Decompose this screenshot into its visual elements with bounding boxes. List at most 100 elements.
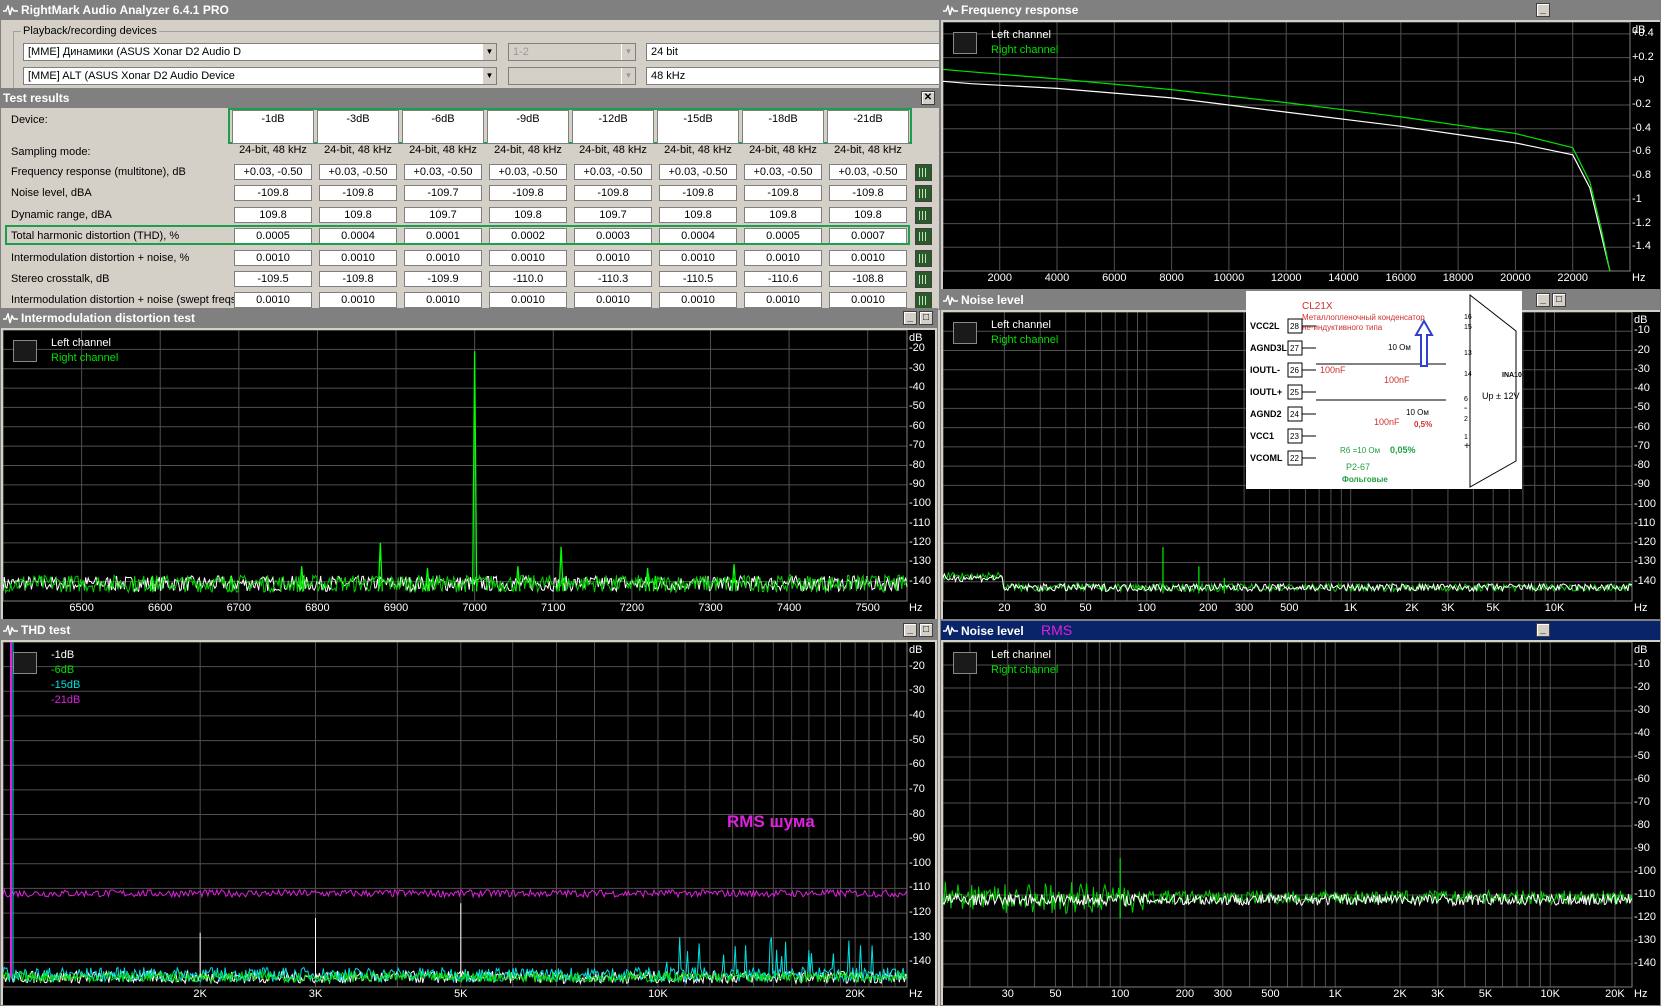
x-tick-label: 7300 [698, 602, 723, 614]
rate-field[interactable]: 48 kHz [646, 67, 939, 85]
minimize-button[interactable]: _ [1536, 623, 1550, 637]
y-tick-label: -60 [909, 419, 925, 432]
schematic-label: AGND2 [1250, 409, 1282, 419]
graph-icon[interactable] [915, 185, 932, 202]
maximize-button[interactable]: □ [919, 623, 933, 637]
channels-select-2[interactable]: ▼ [508, 67, 636, 85]
freq-response-window: Frequency response _ +0.4 +0.2 +0 -0.2 -0.4-… [940, 0, 1661, 290]
y-tick-label: -80 [909, 807, 925, 820]
result-cell: 109.7 [404, 207, 482, 223]
device-column-header[interactable]: -21dB [827, 110, 909, 144]
x-axis-unit: Hz [1634, 988, 1648, 1000]
result-cell: +0.03, -0.50 [829, 164, 907, 180]
result-cell: 0.0010 [829, 250, 907, 266]
result-cell: -109.8 [319, 271, 397, 287]
graph-icon[interactable] [915, 228, 932, 245]
x-tick-label: 7400 [776, 602, 802, 614]
graph-icon[interactable] [915, 164, 932, 181]
x-tick-label: 500 [1280, 602, 1299, 614]
legend: Left channel Right channel [991, 318, 1058, 348]
x-tick-label: 8000 [1159, 272, 1184, 284]
result-row-label: Intermodulation distortion + noise, % [11, 252, 190, 264]
graph-icon[interactable] [915, 250, 932, 267]
schematic-label: 22 [1290, 454, 1299, 463]
device-column-header[interactable]: -6dB [402, 110, 484, 144]
result-cell: 0.0010 [489, 250, 567, 266]
minimize-button[interactable]: _ [1536, 293, 1550, 307]
x-tick-label: 2000 [987, 272, 1012, 284]
result-cell: -109.8 [829, 185, 907, 201]
graph-icon[interactable] [915, 207, 932, 224]
schematic-label: VCC2L [1250, 321, 1280, 331]
device-column-header[interactable]: -12dB [572, 110, 654, 144]
x-axis-unit: Hz [1634, 602, 1648, 614]
maximize-button[interactable]: □ [1552, 293, 1566, 307]
x-axis-unit: Hz [1632, 272, 1646, 284]
device-column-header[interactable]: -9dB [487, 110, 569, 144]
schematic-label: 15 [1464, 324, 1472, 331]
sampling-value: 24-bit, 48 kHz [239, 144, 307, 156]
schematic-label: 100nF [1374, 417, 1400, 427]
schematic-label: VCC1 [1250, 431, 1274, 441]
schematic-label: - [1464, 403, 1467, 414]
chevron-down-icon[interactable]: ▼ [482, 44, 496, 60]
schematic-label: Р2-67 [1346, 462, 1370, 472]
maximize-button[interactable]: □ [919, 311, 933, 325]
schematic-label: VCOML [1250, 453, 1283, 463]
device-column-header[interactable]: -18dB [742, 110, 824, 144]
sampling-value: 24-bit, 48 kHz [494, 144, 562, 156]
y-tick-label: -120 [1634, 536, 1657, 549]
minimize-button[interactable]: _ [1536, 3, 1550, 17]
noise-level-rms-window: Noise level RMS _ -10 -20 -30 -40 -50 -60 -70-… [940, 620, 1661, 1006]
result-row-label: Noise level, dBA [11, 187, 92, 199]
channels-value: 1-2 [513, 46, 529, 58]
channels-select[interactable]: 1-2 ▼ [508, 43, 636, 61]
minimize-button[interactable]: _ [903, 311, 917, 325]
schematic-label: 100nF [1320, 365, 1346, 375]
close-button[interactable]: ✕ [921, 91, 935, 105]
result-cell: +0.03, -0.50 [489, 164, 567, 180]
y-tick-label: -0.2 [1632, 98, 1651, 110]
bits-field[interactable]: 24 bit [646, 43, 939, 61]
playback-device-select[interactable]: [MME] Динамики (ASUS Xonar D2 Audio D ▼ [23, 43, 497, 61]
device-column-header[interactable]: -15dB [657, 110, 739, 144]
circuit-schematic: CL21X Металлопленочный конденсатор не-инду… [1246, 291, 1522, 489]
x-tick-label: 22000 [1557, 272, 1588, 284]
chevron-down-icon[interactable]: ▼ [621, 68, 635, 84]
recording-device-select[interactable]: [MME] ALT (ASUS Xonar D2 Audio Device ▼ [23, 67, 497, 85]
x-tick-label: 16000 [1385, 272, 1417, 284]
result-cell: 0.0010 [574, 250, 652, 266]
y-tick-label: -70 [909, 782, 925, 795]
minimize-button[interactable]: _ [903, 623, 917, 637]
main-window-titlebar: RightMark Audio Analyzer 6.4.1 PRO [1, 1, 939, 20]
schematic-label: Rб =10 Ом [1340, 446, 1380, 455]
schematic-label: 100nF [1384, 375, 1410, 385]
test-results-window: Test results ✕ Device: -1dB -3dB -6dB -9dB -1… [0, 88, 940, 310]
result-cell: -109.8 [319, 185, 397, 201]
schematic-label: 16 [1464, 314, 1472, 321]
app-logo-icon [943, 5, 958, 16]
result-cell: +0.03, -0.50 [404, 164, 482, 180]
x-tick-label: 50 [1049, 988, 1062, 1000]
x-axis-unit: Hz [909, 602, 923, 614]
result-cell: 0.0010 [319, 292, 397, 308]
schematic-label: IOUTL+ [1250, 387, 1282, 397]
graph-icon[interactable] [915, 271, 932, 288]
x-tick-label: 5K [1486, 602, 1500, 614]
result-cell: 109.7 [574, 207, 652, 223]
sampling-value: 24-bit, 48 kHz [834, 144, 902, 156]
x-tick-label: 1K [1328, 988, 1342, 1000]
legend-entry: Right channel [991, 44, 1059, 56]
chevron-down-icon[interactable]: ▼ [621, 44, 635, 60]
device-column-header[interactable]: -3dB [317, 110, 399, 144]
legend-entry: Right channel [991, 664, 1059, 676]
x-axis-unit: Hz [909, 988, 923, 1000]
result-cell: -109.8 [234, 185, 312, 201]
y-tick-label: -20 [909, 659, 925, 672]
chevron-down-icon[interactable]: ▼ [482, 68, 496, 84]
graph-icon[interactable] [915, 292, 932, 309]
device-column-header[interactable]: -1dB [232, 110, 314, 144]
legend-entry: -1dB [51, 649, 75, 661]
result-cell: -108.8 [829, 271, 907, 287]
result-cell: -110.5 [659, 271, 737, 287]
